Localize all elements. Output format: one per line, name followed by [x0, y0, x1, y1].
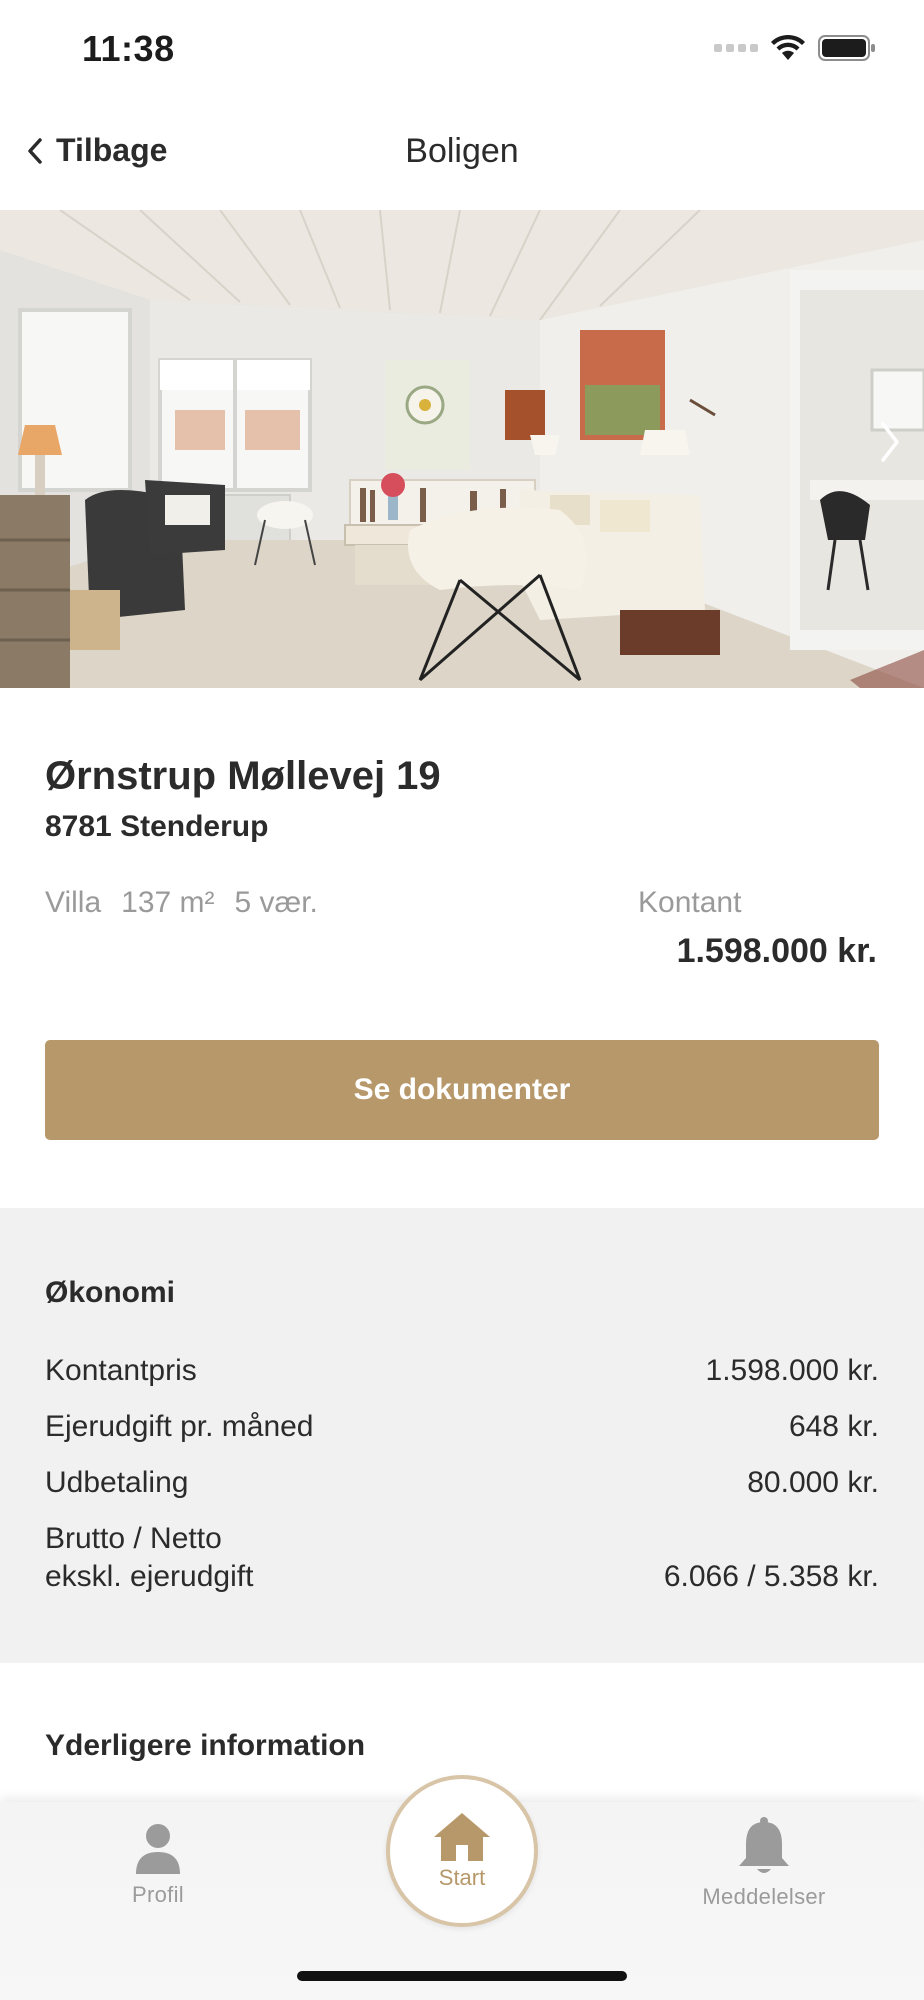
economy-row: Kontantpris 1.598.000 kr. [45, 1352, 879, 1390]
price-label: Kontant [638, 886, 742, 919]
documents-button[interactable]: Se dokumenter [45, 1040, 879, 1140]
property-photo[interactable] [0, 210, 924, 688]
property-area: 137 m² [121, 886, 215, 919]
tab-profile-label: Profil [132, 1882, 184, 1907]
economy-row: Ejerudgift pr. måned 648 kr. [45, 1408, 879, 1446]
economy-row-value: 80.000 kr. [747, 1466, 879, 1499]
economy-row-value: 6.066 / 5.358 kr. [663, 1560, 879, 1593]
property-address: Ørnstrup Møllevej 19 [45, 754, 441, 798]
living-room-illustration [0, 210, 924, 688]
person-icon [136, 1824, 180, 1874]
bell-icon [739, 1817, 789, 1873]
wifi-icon [771, 34, 805, 60]
economy-row-value: 648 kr. [788, 1410, 879, 1443]
tab-notifications[interactable]: Meddelelser [664, 1816, 864, 1946]
economy-row-label: Ejerudgift pr. måned [45, 1410, 314, 1443]
cellular-signal-icon [714, 44, 758, 52]
property-rooms: 5 vær. [234, 886, 318, 919]
economy-row: Brutto / Netto ekskl. ejerudgift 6.066 /… [45, 1520, 879, 1596]
status-bar: 11:38 [0, 0, 924, 100]
status-time: 11:38 [82, 28, 175, 69]
battery-icon [818, 35, 875, 61]
economy-section: Økonomi Kontantpris 1.598.000 kr. Ejerud… [0, 1208, 924, 1663]
documents-button-label: Se dokumenter [353, 1073, 571, 1106]
status-icons [714, 34, 876, 62]
tab-notifications-label: Meddelelser [702, 1884, 826, 1909]
price-value: 1.598.000 kr. [676, 932, 877, 970]
home-icon [434, 1813, 490, 1861]
property-specs: Villa 137 m² 5 vær. [45, 886, 318, 920]
tab-profile[interactable]: Profil [58, 1822, 258, 1952]
economy-row-label: Brutto / Netto ekskl. ejerudgift [45, 1522, 254, 1593]
home-indicator [297, 1971, 627, 1981]
more-info-title: Yderligere information [45, 1729, 366, 1762]
property-city: 8781 Stenderup [45, 810, 269, 843]
page-title: Boligen [405, 132, 519, 170]
navigation-bar: Tilbage Boligen [0, 100, 924, 210]
economy-row-label: Udbetaling [45, 1466, 189, 1499]
economy-title: Økonomi [45, 1276, 176, 1309]
property-type: Villa [45, 886, 102, 919]
economy-row: Udbetaling 80.000 kr. [45, 1464, 879, 1502]
property-details: Ørnstrup Møllevej 19 8781 Stenderup Vill… [0, 688, 924, 1208]
chevron-right-icon[interactable] [878, 420, 902, 464]
tab-start[interactable]: Start [386, 1775, 538, 1927]
tab-start-label: Start [438, 1865, 486, 1890]
economy-row-label: Kontantpris [45, 1354, 197, 1387]
economy-row-value: 1.598.000 kr. [705, 1354, 879, 1387]
